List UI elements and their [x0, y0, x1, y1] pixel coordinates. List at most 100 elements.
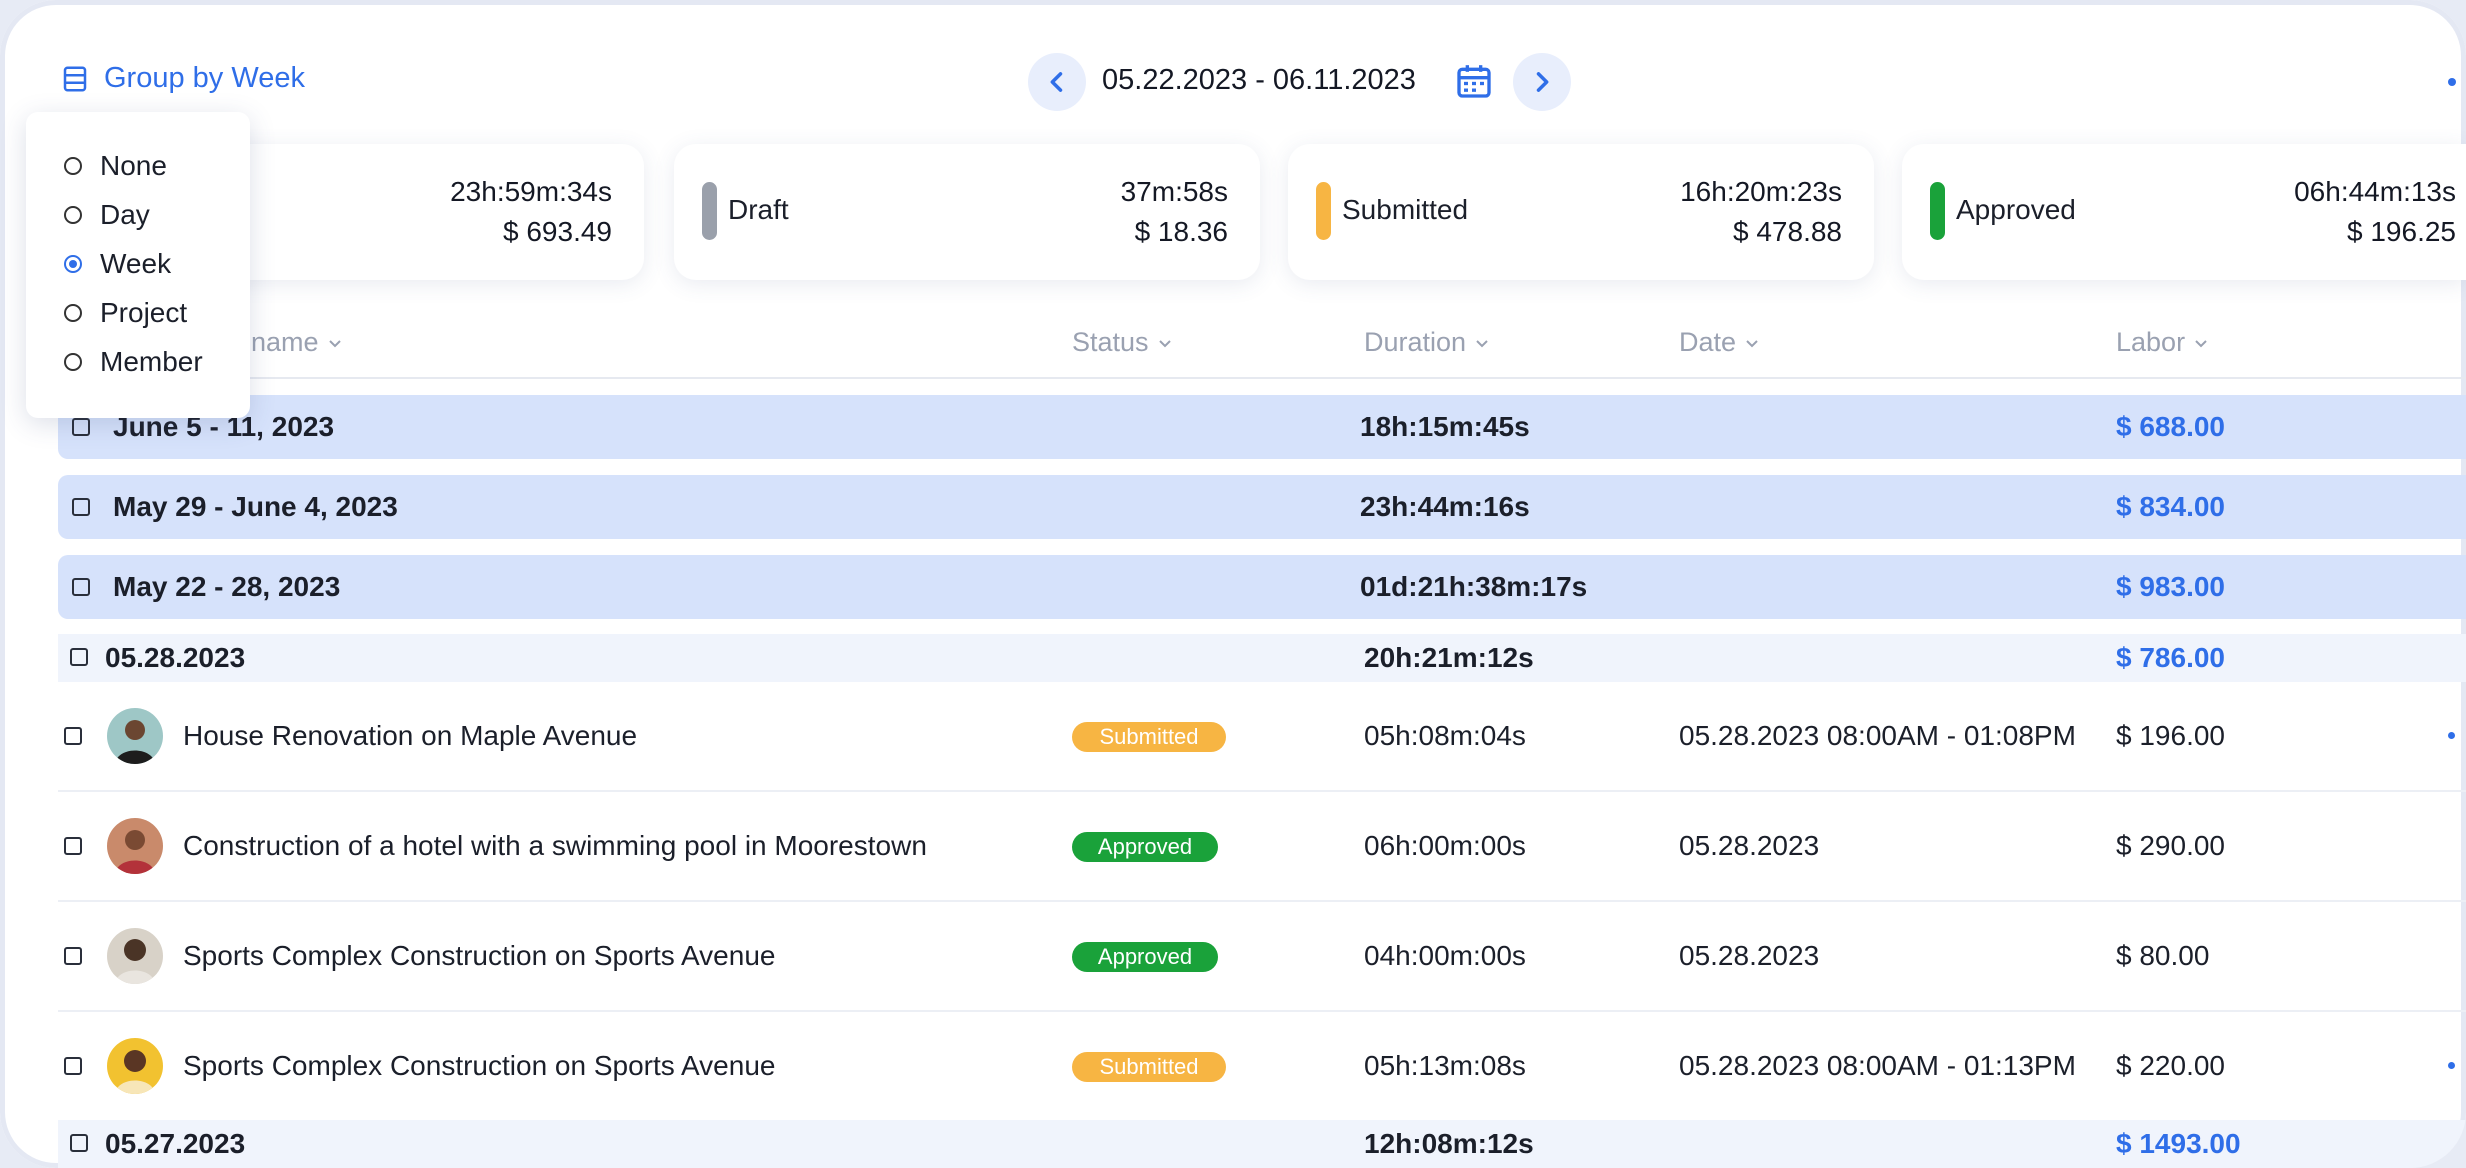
row-menu-dot-icon[interactable] — [2448, 732, 2455, 739]
group-by-label: Group by Week — [104, 62, 305, 94]
week-labor: $ 983.00 — [2116, 571, 2225, 602]
table-row[interactable]: House Renovation on Maple Avenue Submitt… — [0, 682, 2466, 790]
status-color-bar — [1316, 182, 1331, 240]
week-duration: 01d:21h:38m:17s — [1360, 571, 1588, 602]
day-label: 05.27.2023 — [105, 1128, 246, 1159]
chevron-left-icon — [1050, 72, 1063, 92]
table-row[interactable]: Sports Complex Construction on Sports Av… — [0, 902, 2466, 1010]
column-header-date[interactable]: Date — [1679, 327, 1760, 358]
avatar — [107, 708, 163, 764]
entry-date: 05.28.2023 08:00AM - 01:13PM — [1679, 1050, 2076, 1081]
week-duration: 23h:44m:16s — [1360, 491, 1530, 522]
chevron-down-icon — [1476, 339, 1488, 347]
card-amount: $ 196.25 — [2347, 216, 2456, 247]
radio-button[interactable] — [64, 353, 82, 371]
row-checkbox[interactable] — [72, 418, 90, 436]
group-by-button[interactable]: Group by Week — [60, 62, 305, 95]
entry-duration: 06h:00m:00s — [1364, 830, 1526, 861]
entry-duration: 04h:00m:00s — [1364, 940, 1526, 971]
status-badge: Submitted — [1072, 722, 1226, 752]
day-labor: $ 786.00 — [2116, 642, 2225, 673]
day-labor: $ 1493.00 — [2116, 1128, 2241, 1159]
header-divider — [58, 377, 2466, 379]
status-badge: Approved — [1072, 942, 1218, 972]
date-range-text: 05.22.2023 - 06.11.2023 — [1102, 64, 1416, 96]
column-header-duration[interactable]: Duration — [1364, 327, 1490, 358]
row-checkbox[interactable] — [64, 1057, 82, 1075]
entry-name: Sports Complex Construction on Sports Av… — [183, 940, 776, 971]
row-menu-dot-icon[interactable] — [2448, 1062, 2455, 1069]
day-group-row[interactable]: 05.28.2023 20h:21m:12s $ 786.00 — [58, 634, 2466, 682]
radio-button-selected[interactable] — [64, 255, 82, 273]
chevron-down-icon — [1158, 339, 1171, 347]
row-checkbox[interactable] — [72, 498, 90, 516]
day-group-row[interactable]: 05.27.2023 12h:08m:12s $ 1493.00 — [58, 1120, 2466, 1168]
next-range-button[interactable] — [1513, 53, 1571, 111]
day-duration: 20h:21m:12s — [1364, 642, 1534, 673]
summary-card-total: 23h:59m:34s $ 693.49 — [190, 144, 644, 280]
week-labor: $ 834.00 — [2116, 491, 2225, 522]
card-amount: $ 18.36 — [1134, 216, 1228, 247]
entry-duration: 05h:13m:08s — [1364, 1050, 1526, 1081]
avatar — [107, 1038, 163, 1094]
week-label: May 22 - 28, 2023 — [113, 571, 341, 602]
card-duration: 23h:59m:34s — [450, 176, 612, 207]
card-label: Approved — [1956, 194, 2076, 225]
radio-button[interactable] — [64, 157, 82, 175]
entry-name: Sports Complex Construction on Sports Av… — [183, 1050, 776, 1081]
row-checkbox[interactable] — [70, 1134, 88, 1152]
group-option-day[interactable]: Day — [64, 199, 150, 231]
table-row[interactable]: Sports Complex Construction on Sports Av… — [0, 1012, 2466, 1120]
entry-labor: $ 80.00 — [2116, 940, 2210, 971]
chevron-right-icon — [1536, 72, 1549, 92]
status-color-bar — [1930, 182, 1945, 240]
entry-date: 05.28.2023 — [1679, 940, 1820, 971]
group-option-week[interactable]: Week — [64, 248, 171, 280]
day-label: 05.28.2023 — [105, 642, 246, 673]
calendar-icon[interactable] — [1454, 60, 1494, 102]
previous-range-button[interactable] — [1028, 53, 1086, 111]
entry-name: House Renovation on Maple Avenue — [183, 720, 638, 751]
entry-duration: 05h:08m:04s — [1364, 720, 1526, 751]
row-checkbox[interactable] — [72, 578, 90, 596]
card-duration: 37m:58s — [1120, 176, 1228, 207]
row-checkbox[interactable] — [64, 837, 82, 855]
card-duration: 16h:20m:23s — [1680, 176, 1842, 207]
row-checkbox[interactable] — [70, 648, 88, 666]
row-checkbox[interactable] — [64, 947, 82, 965]
entry-date: 05.28.2023 08:00AM - 01:08PM — [1679, 720, 2076, 751]
card-label: Submitted — [1342, 194, 1469, 225]
week-duration: 18h:15m:45s — [1360, 411, 1530, 442]
column-header-labor[interactable]: Labor — [2116, 327, 2209, 358]
week-group-row[interactable]: May 22 - 28, 2023 01d:21h:38m:17s $ 983.… — [58, 555, 2466, 619]
entry-labor: $ 220.00 — [2116, 1050, 2225, 1081]
row-checkbox[interactable] — [64, 727, 82, 745]
week-label: May 29 - June 4, 2023 — [113, 491, 398, 522]
week-group-row[interactable]: June 5 - 11, 2023 18h:15m:45s $ 688.00 — [58, 395, 2466, 459]
summary-card-submitted[interactable]: Submitted 16h:20m:23s $ 478.88 — [1288, 144, 1874, 280]
chevron-down-icon — [328, 339, 341, 347]
chevron-down-icon — [2195, 339, 2207, 347]
week-labor: $ 688.00 — [2116, 411, 2225, 442]
summary-card-draft[interactable]: Draft 37m:58s $ 18.36 — [674, 144, 1260, 280]
radio-button[interactable] — [64, 304, 82, 322]
status-badge: Submitted — [1072, 1052, 1226, 1082]
entry-labor: $ 196.00 — [2116, 720, 2225, 751]
entry-name: Construction of a hotel with a swimming … — [183, 830, 927, 861]
list-icon — [63, 66, 87, 91]
entry-date: 05.28.2023 — [1679, 830, 1820, 861]
card-label: Draft — [728, 194, 789, 225]
summary-card-approved[interactable]: Approved 06h:44m:13s $ 196.25 — [1902, 144, 2466, 280]
table-row[interactable]: Construction of a hotel with a swimming … — [0, 792, 2466, 900]
more-dot-icon[interactable] — [2448, 78, 2456, 86]
group-option-member[interactable]: Member — [64, 346, 203, 378]
card-duration: 06h:44m:13s — [2294, 176, 2456, 207]
group-option-none[interactable]: None — [64, 150, 167, 182]
card-amount: $ 478.88 — [1733, 216, 1842, 247]
group-option-project[interactable]: Project — [64, 297, 187, 329]
week-group-row[interactable]: May 29 - June 4, 2023 23h:44m:16s $ 834.… — [58, 475, 2466, 539]
card-amount: $ 693.49 — [503, 216, 612, 247]
column-header-status[interactable]: Status — [1072, 327, 1173, 358]
radio-button[interactable] — [64, 206, 82, 224]
chevron-down-icon — [1746, 339, 1758, 347]
